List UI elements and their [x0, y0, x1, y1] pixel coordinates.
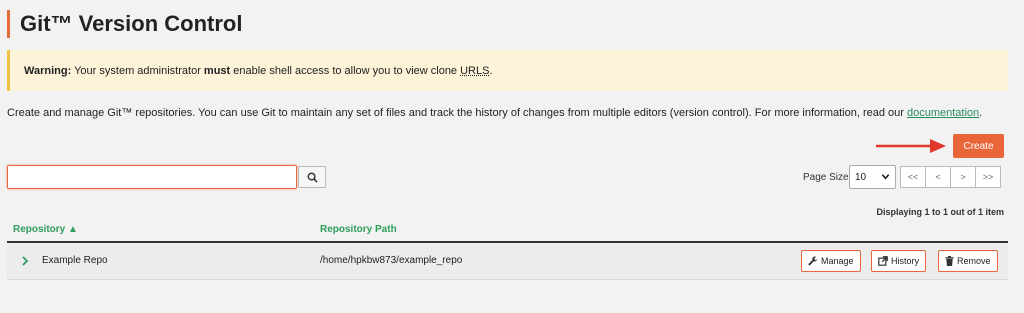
warning-period: . — [489, 64, 493, 77]
previous-page-button[interactable]: < — [925, 166, 951, 188]
page-header: Git™ Version Control — [7, 10, 242, 38]
title-accent-bar — [7, 10, 10, 38]
chevron-down-icon — [881, 174, 890, 180]
manage-label: Manage — [821, 256, 854, 266]
intro-text: Create and manage Git™ repositories. You… — [7, 107, 907, 119]
arrow-right-icon — [876, 139, 946, 153]
pagination-controls: << < > >> — [900, 166, 1001, 188]
external-link-icon — [878, 256, 888, 266]
trash-icon — [945, 256, 954, 266]
repository-path: /home/hpkbw873/example_repo — [320, 255, 463, 266]
warning-text-after: enable shell access to allow you to view… — [230, 64, 461, 77]
warning-banner: Warning: Your system administrator must … — [7, 50, 1008, 91]
history-button[interactable]: History — [871, 250, 927, 272]
clone-urls-abbr: URLS — [460, 64, 490, 77]
remove-label: Remove — [957, 256, 991, 266]
page-size-select[interactable]: 10 — [849, 165, 896, 189]
search-input[interactable] — [7, 165, 297, 189]
next-page-button[interactable]: > — [950, 166, 976, 188]
chevron-right-icon[interactable] — [21, 256, 29, 266]
manage-button[interactable]: Manage — [801, 250, 861, 272]
warning-text-before: Your system administrator — [71, 64, 204, 77]
page-size-value: 10 — [855, 171, 867, 183]
search-button[interactable] — [298, 166, 326, 188]
intro-paragraph: Create and manage Git™ repositories. You… — [7, 107, 982, 119]
history-label: History — [891, 256, 920, 266]
table-row: Example Repo /home/hpkbw873/example_repo… — [7, 243, 1008, 280]
wrench-icon — [808, 256, 818, 266]
page-size-label: Page Size — [803, 172, 849, 183]
column-header-repository[interactable]: Repository ▲ — [13, 224, 78, 235]
first-page-button[interactable]: << — [900, 166, 926, 188]
remove-button[interactable]: Remove — [938, 250, 998, 272]
column-header-path[interactable]: Repository Path — [320, 224, 397, 235]
column-header-repository-label: Repository — [13, 224, 66, 235]
documentation-link[interactable]: documentation — [907, 107, 979, 119]
warning-emphasis: must — [203, 64, 231, 77]
intro-period: . — [979, 107, 983, 119]
warning-label: Warning: — [24, 64, 72, 77]
page-title: Git™ Version Control — [20, 11, 243, 36]
last-page-button[interactable]: >> — [975, 166, 1001, 188]
repository-name: Example Repo — [42, 255, 108, 266]
displaying-count: Displaying 1 to 1 out of 1 item — [876, 207, 1004, 217]
sort-ascending-icon: ▲ — [68, 224, 78, 235]
search-icon — [307, 172, 318, 183]
create-button[interactable]: Create — [953, 134, 1004, 158]
